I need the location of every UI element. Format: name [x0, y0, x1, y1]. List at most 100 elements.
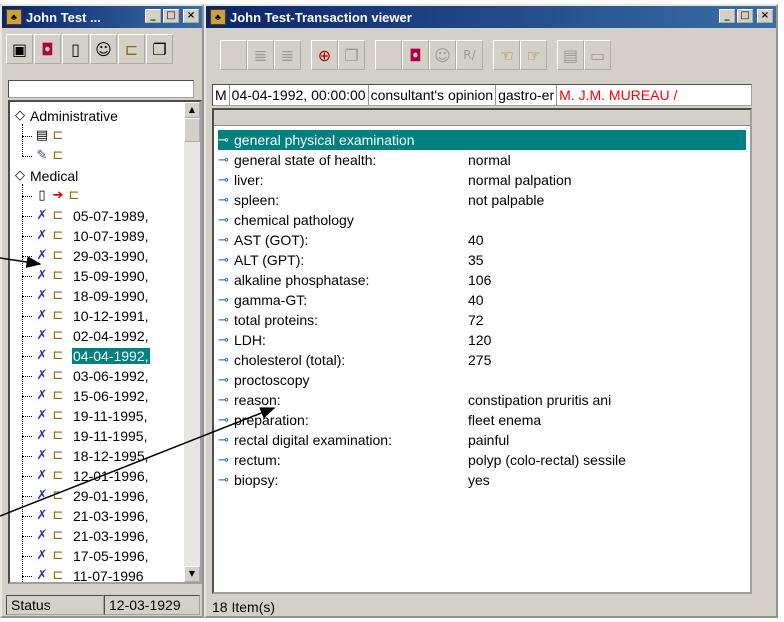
viewer-titlebar[interactable]: ♣ John Test-Transaction viewer _ □ ×	[206, 6, 776, 28]
scrollbar-thumb[interactable]	[184, 118, 200, 142]
patient-icon[interactable]: ▣	[6, 34, 33, 64]
item-key: general physical examination	[234, 132, 415, 148]
hand-right-icon[interactable]: ☞	[520, 40, 547, 70]
people-icon[interactable]: ☺	[90, 34, 117, 64]
open-folder-icon: ⊏	[52, 288, 64, 303]
tree-transaction-row[interactable]: ✗ ⊏ 18-12-1995,	[22, 446, 150, 466]
prescription-icon[interactable]: R/	[456, 40, 483, 70]
item-value: 35	[468, 252, 484, 268]
transaction-date: 21-03-1996,	[73, 528, 149, 544]
item-value: normal	[468, 152, 511, 168]
tree-transaction-row[interactable]: ✗ ⊏ 15-09-1990,	[22, 266, 150, 286]
list-item[interactable]: ⊸ ALT (GPT): 35	[218, 250, 746, 270]
tree-item-administrative[interactable]: ▤ ⊏	[22, 126, 66, 146]
blank-button-2[interactable]	[375, 40, 402, 70]
doctor-icon: ✗	[36, 408, 48, 423]
list-item[interactable]: ⊸ rectal digital examination: painful	[218, 430, 746, 450]
maximize-button[interactable]: □	[737, 9, 753, 23]
copy-documents-icon[interactable]: ❐	[146, 34, 173, 64]
maximize-button[interactable]: □	[163, 9, 179, 23]
red-pointer-icon: ➔	[52, 188, 64, 203]
open-folder-icon: ⊏	[52, 228, 64, 243]
list-item[interactable]: ⊸ proctoscopy	[218, 370, 746, 390]
color-card-icon[interactable]: ◘	[402, 40, 429, 70]
list-item[interactable]: ⊸ reason: constipation pruritis ani	[218, 390, 746, 410]
tree-group-label: Medical	[30, 168, 79, 184]
form-icon[interactable]: ▭	[584, 40, 611, 70]
patient-tree-window: ♣ John Test ... _ □ × ▣ ◘ ▯ ☺ ⊏ ❐ ◇ Admin…	[0, 4, 204, 618]
people-icon[interactable]: ☺	[429, 40, 456, 70]
tree-transaction-row[interactable]: ✗ ⊏ 15-06-1992,	[22, 386, 150, 406]
tree-scrollbar[interactable]: ▲ ▼	[184, 102, 200, 582]
item-key: gamma-GT:	[234, 292, 308, 308]
new-document-icon[interactable]: ▯	[62, 34, 89, 64]
item-key: ALT (GPT):	[234, 252, 305, 268]
save-icon[interactable]: ▤	[557, 40, 584, 70]
list-item[interactable]: ⊸ general state of health: normal	[218, 150, 746, 170]
tree-transaction-row[interactable]: ✗ ⊏ 21-03-1996,	[22, 526, 150, 546]
tree-transaction-row[interactable]: ✗ ⊏ 17-05-1996,	[22, 546, 150, 566]
doctor-icon: ✗	[36, 388, 48, 403]
transaction-date: 15-09-1990,	[73, 268, 149, 284]
open-folder-icon: ⊏	[52, 548, 64, 563]
list-item[interactable]: ⊸ biopsy: yes	[218, 470, 746, 490]
tree-item-new-transaction[interactable]: ▯ ➔ ⊏	[22, 186, 82, 206]
list-item[interactable]: ⊸ preparation: fleet enema	[218, 410, 746, 430]
tree-transaction-row[interactable]: ✗ ⊏ 21-03-1996,	[22, 506, 150, 526]
item-bullet-icon: ⊸	[218, 472, 229, 488]
tree-window-titlebar[interactable]: ♣ John Test ... _ □ ×	[2, 6, 202, 28]
color-card-icon[interactable]: ◘	[34, 34, 61, 64]
minimize-button[interactable]: _	[719, 9, 735, 23]
align-right-icon[interactable]: ≣	[274, 40, 301, 70]
transaction-date: 18-12-1995,	[73, 448, 149, 464]
tree-transaction-row[interactable]: ✗ ⊏ 29-03-1990,	[22, 246, 150, 266]
tree-group-administrative[interactable]: ◇ Administrative	[12, 106, 118, 126]
zoom-icon[interactable]: ⊕	[311, 40, 338, 70]
list-item[interactable]: ⊸ cholesterol (total): 275	[218, 350, 746, 370]
list-item[interactable]: ⊸ AST (GOT): 40	[218, 230, 746, 250]
item-value: 40	[468, 232, 484, 248]
item-value: polyp (colo-rectal) sessile	[468, 452, 626, 468]
tree-transaction-row[interactable]: ✗ ⊏ 11-07-1996	[22, 566, 145, 582]
list-item[interactable]: ⊸ chemical pathology	[218, 210, 746, 230]
tree-transaction-row[interactable]: ✗ ⊏ 10-12-1991,	[22, 306, 150, 326]
tree-transaction-row[interactable]: ✗ ⊏ 02-04-1992,	[22, 326, 150, 346]
scroll-down-arrow-icon[interactable]: ▼	[184, 566, 200, 582]
hand-left-icon[interactable]: ☜	[493, 40, 520, 70]
tree-group-medical[interactable]: ◇ Medical	[12, 166, 78, 186]
list-item[interactable]: ⊸ spleen: not palpable	[218, 190, 746, 210]
tree-transaction-row[interactable]: ✗ ⊏ 19-11-1995,	[22, 406, 148, 426]
minimize-button[interactable]: _	[145, 9, 161, 23]
tree-transaction-row[interactable]: ✗ ⊏ 05-07-1989,	[22, 206, 150, 226]
scroll-up-arrow-icon[interactable]: ▲	[184, 102, 200, 118]
header-type: M	[213, 85, 230, 105]
close-button[interactable]: ×	[757, 9, 773, 23]
list-item[interactable]: ⊸ LDH: 120	[218, 330, 746, 350]
item-value: painful	[468, 432, 510, 448]
tree-transaction-row[interactable]: ✗ ⊏ 29-01-1996,	[22, 486, 150, 506]
align-left-icon[interactable]: ≣	[247, 40, 274, 70]
tree-transaction-row[interactable]: ✗ ⊏ 18-09-1990,	[22, 286, 150, 306]
list-item[interactable]: ⊸ rectum: polyp (colo-rectal) sessile	[218, 450, 746, 470]
blank-button[interactable]	[220, 40, 247, 70]
list-item[interactable]: ⊸ gamma-GT: 40	[218, 290, 746, 310]
transaction-date: 17-05-1996,	[73, 548, 149, 564]
open-folder-icon[interactable]: ⊏	[118, 34, 145, 64]
tree-transaction-row[interactable]: ✗ ⊏ 19-11-1995,	[22, 426, 148, 446]
item-key: reason:	[234, 392, 281, 408]
open-folder-icon: ⊏	[52, 328, 64, 343]
tree-filter-bar[interactable]	[8, 80, 194, 98]
note-icon: ✎	[36, 148, 48, 163]
tree-transaction-row[interactable]: ✗ ⊏ 04-04-1992,	[22, 346, 150, 366]
copy-document-icon[interactable]: ❐	[338, 40, 365, 70]
list-item[interactable]: ⊸ general physical examination	[218, 130, 746, 150]
open-folder-icon: ⊏	[52, 208, 64, 223]
tree-transaction-row[interactable]: ✗ ⊏ 10-07-1989,	[22, 226, 150, 246]
close-button[interactable]: ×	[183, 9, 199, 23]
list-item[interactable]: ⊸ total proteins: 72	[218, 310, 746, 330]
tree-transaction-row[interactable]: ✗ ⊏ 12-01-1996,	[22, 466, 150, 486]
tree-transaction-row[interactable]: ✗ ⊏ 03-06-1992,	[22, 366, 150, 386]
list-item[interactable]: ⊸ alkaline phosphatase: 106	[218, 270, 746, 290]
list-item[interactable]: ⊸ liver: normal palpation	[218, 170, 746, 190]
tree-item-administrative[interactable]: ✎ ⊏	[22, 146, 66, 166]
